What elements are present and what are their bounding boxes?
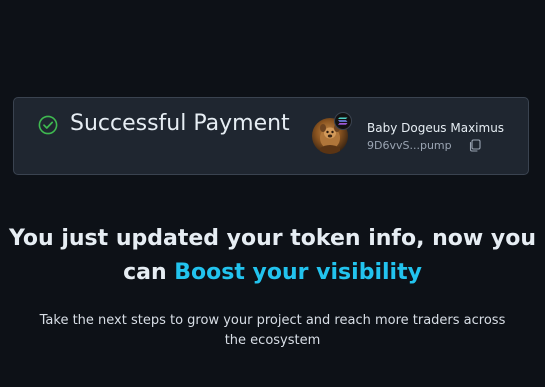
token-info: Baby Dogeus Maximus 9D6vvS...pump	[312, 112, 524, 162]
token-name: Baby Dogeus Maximus	[367, 121, 505, 135]
payment-status-card: Successful Payment Baby Dogeus Maximus 9…	[13, 97, 529, 175]
next-steps-description: Take the next steps to grow your project…	[0, 311, 545, 351]
headline-prefix: can	[123, 260, 175, 285]
subtext-line-2: the ecosystem	[224, 333, 321, 348]
copy-icon[interactable]	[468, 139, 481, 152]
token-address: 9D6vvS...pump	[367, 139, 452, 152]
check-circle-icon	[38, 115, 58, 135]
page: { "payment": { "status_title": "Successf…	[0, 0, 545, 387]
boost-headline: You just updated your token info, now yo…	[0, 222, 545, 290]
headline-line-2: can Boost your visibility	[0, 256, 545, 290]
boost-visibility-link: Boost your visibility	[174, 260, 422, 285]
payment-status-title: Successful Payment	[70, 111, 290, 136]
solana-icon	[334, 112, 352, 130]
subtext-line-1: Take the next steps to grow your project…	[39, 313, 506, 328]
headline-line-1: You just updated your token info, now yo…	[9, 226, 536, 251]
